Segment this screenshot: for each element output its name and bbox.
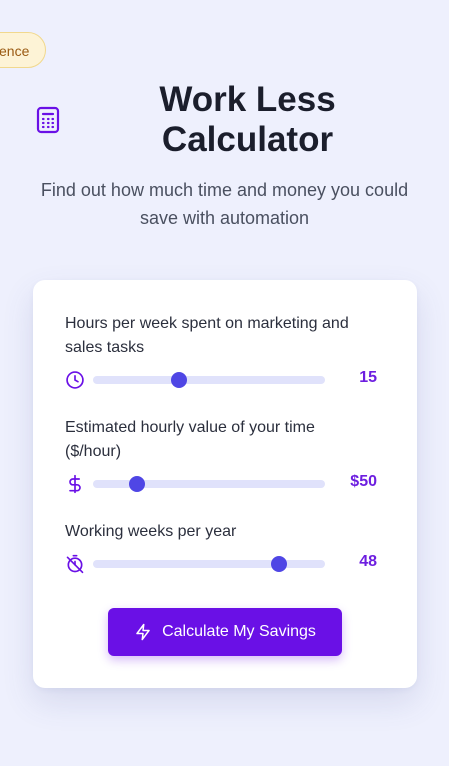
- hourly-value-slider[interactable]: [93, 476, 325, 492]
- title-line-1: Work Less: [159, 80, 336, 119]
- hours-per-week-label: Hours per week spent on marketing and sa…: [65, 315, 349, 356]
- hours-per-week-slider[interactable]: [93, 372, 325, 388]
- title-line-2: Calculator: [161, 120, 334, 159]
- clock-icon: [66, 371, 84, 389]
- timer-off-icon: [66, 554, 84, 574]
- lightning-icon: [136, 623, 150, 641]
- hourly-value-label: Estimated hourly value of your time ($/h…: [65, 419, 315, 460]
- hours-per-week-value: 15: [359, 369, 377, 386]
- working-weeks-slider[interactable]: [93, 556, 325, 572]
- dollar-icon: [69, 474, 81, 494]
- page-title: Work Less Calculator: [0, 80, 449, 160]
- experience-badge: ence: [0, 32, 47, 68]
- working-weeks-slider-thumb[interactable]: [270, 556, 287, 572]
- calculate-savings-button[interactable]: Calculate My Savings: [108, 608, 342, 656]
- hourly-value-slider-thumb[interactable]: [129, 476, 146, 492]
- working-weeks-label: Working weeks per year: [65, 523, 237, 540]
- hours-per-week-slider-thumb[interactable]: [170, 372, 187, 388]
- calculate-savings-label: Calculate My Savings: [162, 623, 316, 640]
- working-weeks-value: 48: [359, 553, 377, 570]
- hourly-value-value: $50: [350, 473, 377, 490]
- calculator-card: Hours per week spent on marketing and sa…: [33, 280, 417, 688]
- page-subtitle: Find out how much time and money you cou…: [40, 180, 409, 228]
